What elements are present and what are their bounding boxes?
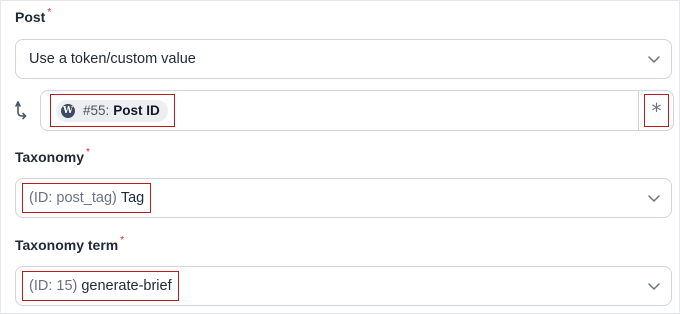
post-select[interactable]: Use a token/custom value	[15, 39, 672, 79]
token-name: Post ID	[113, 103, 160, 118]
taxonomy-term-highlight: (ID: 15) generate-brief	[22, 271, 179, 301]
token-highlight: W #55: Post ID	[50, 94, 175, 127]
required-mark: *	[47, 7, 52, 18]
taxonomy-term-value: generate-brief	[81, 278, 172, 294]
taxonomy-term-label: Taxonomy term *	[15, 235, 125, 253]
taxonomy-term-id: (ID: 15)	[29, 278, 78, 294]
taxonomy-label-text: Taxonomy	[15, 149, 84, 165]
required-mark: *	[120, 235, 125, 246]
wordpress-icon: W	[61, 103, 75, 118]
required-mark: *	[85, 147, 90, 158]
taxonomy-id: (ID: post_tag)	[29, 190, 117, 206]
post-token-field[interactable]: W #55: Post ID *	[40, 90, 674, 131]
post-label-text: Post	[15, 9, 46, 25]
token-pill[interactable]: W #55: Post ID	[56, 99, 168, 122]
taxonomy-highlight: (ID: post_tag) Tag	[22, 183, 152, 213]
token-number: #55:	[83, 103, 110, 118]
taxonomy-term-label-text: Taxonomy term	[15, 237, 119, 253]
chevron-down-icon	[648, 283, 660, 290]
token-divider	[638, 91, 639, 130]
taxonomy-label: Taxonomy *	[15, 147, 90, 165]
taxonomy-select[interactable]: (ID: post_tag) Tag	[15, 178, 672, 218]
chevron-down-icon	[648, 195, 660, 202]
taxonomy-value: Tag	[120, 190, 145, 206]
post-label: Post *	[15, 7, 52, 25]
taxonomy-term-select[interactable]: (ID: 15) generate-brief	[15, 266, 672, 306]
chevron-down-icon	[648, 56, 660, 63]
token-arrow-icon	[15, 101, 27, 120]
asterisk-icon[interactable]: *	[644, 94, 669, 127]
post-select-value: Use a token/custom value	[29, 51, 196, 67]
